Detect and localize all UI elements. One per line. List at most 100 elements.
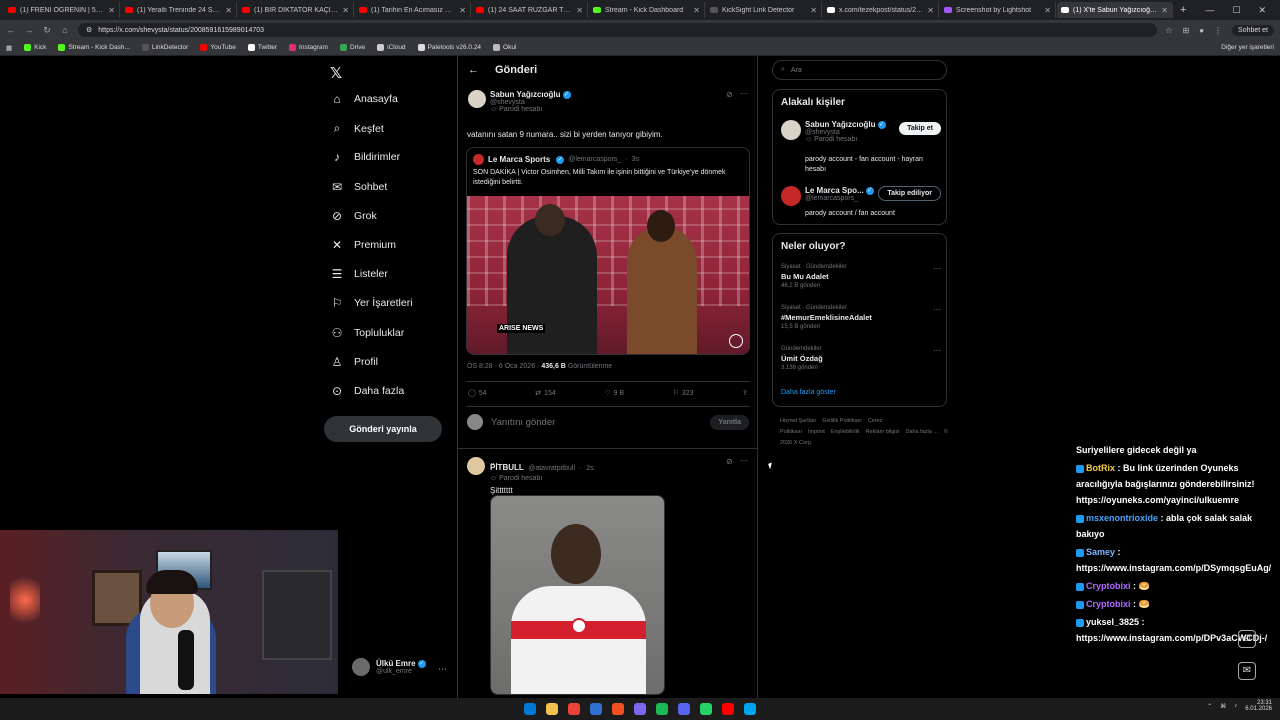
person-avatar[interactable] — [781, 186, 801, 206]
trend-item[interactable]: Siyaset · Gündemdekiler Bu Mu Adalet 46,2 … — [781, 264, 941, 289]
reply-time[interactable]: 2s — [586, 465, 593, 472]
tab-close-icon[interactable]: ✕ — [108, 6, 115, 15]
taskbar-app-icon[interactable] — [568, 703, 580, 715]
messages-float-icon[interactable]: ✉ — [1238, 662, 1256, 680]
reply-button[interactable]: Yanıtla — [710, 414, 749, 430]
search-box[interactable]: ⌕ Ara — [772, 60, 947, 80]
bookmark-item[interactable]: Drive — [339, 44, 365, 51]
site-info-icon[interactable]: ⚙ — [86, 26, 92, 34]
reply-image[interactable] — [490, 495, 665, 695]
nav-item-profil[interactable]: ♙ Profil — [330, 355, 378, 369]
forward-icon[interactable]: → — [24, 25, 34, 35]
network-icon[interactable]: ⌘ — [1220, 703, 1226, 710]
like-action[interactable]: ♡ 9 B — [604, 389, 624, 398]
nav-item-yer-i-aretleri[interactable]: ⚐ Yer İşaretleri — [330, 296, 413, 310]
grok-float-icon[interactable]: ⊘ — [1238, 630, 1256, 648]
footer-link[interactable]: Hizmet Şartları — [780, 418, 816, 424]
maximize-icon[interactable]: ☐ — [1232, 5, 1240, 16]
taskbar-app-icon[interactable] — [700, 703, 712, 715]
reply-action[interactable]: ◯ 54 — [468, 389, 487, 398]
nav-item-anasayfa[interactable]: ⌂ Anasayfa — [330, 92, 397, 106]
nav-item-daha-fazla[interactable]: ⊙ Daha fazla — [330, 384, 404, 398]
tab-close-icon[interactable]: ✕ — [576, 6, 583, 15]
tweet-author-avatar[interactable] — [468, 90, 486, 108]
nav-item-bildirimler[interactable]: ♪ Bildirimler — [330, 150, 400, 164]
following-button[interactable]: Takip ediliyor — [878, 186, 941, 201]
volume-icon[interactable]: ♪ — [1234, 703, 1237, 709]
tab-close-icon[interactable]: ✕ — [225, 6, 232, 15]
back-arrow-icon[interactable]: ← — [468, 64, 479, 76]
video-control-icon[interactable] — [729, 334, 743, 348]
tab-close-icon[interactable]: ✕ — [342, 6, 349, 15]
person-name[interactable]: Sabun Yağızcıoğlu — [805, 120, 876, 129]
footer-link[interactable]: Daha fazla ... — [906, 429, 938, 435]
more-icon[interactable]: ⋯ — [933, 264, 941, 273]
taskbar-app-icon[interactable] — [722, 703, 734, 715]
profile-avatar[interactable]: ● — [1199, 26, 1204, 35]
bookmark-star-icon[interactable]: ☆ — [1165, 26, 1172, 35]
nav-item-ke-fet[interactable]: ⌕ Keşfet — [330, 121, 384, 136]
person-avatar[interactable] — [781, 120, 801, 140]
browser-tab[interactable]: (1) BİR DİKTATÖR KAÇIRILIRSA NE ✕ — [238, 2, 354, 18]
reply-input[interactable]: Yanıtını gönder — [491, 417, 710, 428]
url-field[interactable]: ⚙ https://x.com/shevysta/status/20085916… — [78, 23, 1158, 37]
reply-author[interactable]: P̈İTBULL @atavratpitbull · 2s ☺ Parodi h… — [490, 457, 594, 495]
show-more-link[interactable]: Daha fazla göster — [781, 389, 836, 396]
nav-item-listeler[interactable]: ☰ Listeler — [330, 267, 388, 281]
more-icon[interactable]: ⋯ — [740, 89, 748, 98]
close-window-icon[interactable]: ✕ — [1258, 5, 1266, 16]
reply-author-avatar[interactable] — [467, 457, 485, 475]
bookmark-item[interactable]: iCloud — [377, 44, 406, 51]
taskbar-app-icon[interactable] — [612, 703, 624, 715]
footer-link[interactable]: Reklam bilgisi — [866, 429, 900, 435]
bookmark-item[interactable]: Paletools v26.0.24 — [417, 44, 481, 51]
reply-tweet[interactable]: P̈İTBULL @atavratpitbull · 2s ☺ Parodi h… — [458, 448, 758, 720]
trend-item[interactable]: Siyaset · Gündemdekiler #MemurEmeklisineA… — [781, 305, 941, 330]
other-bookmarks[interactable]: Diğer yer işaretleri — [1221, 44, 1274, 51]
browser-tab[interactable]: x.com/tezekpost/status/2008503✕ — [823, 2, 939, 18]
apps-icon[interactable]: ▦ — [6, 44, 12, 52]
bookmark-item[interactable]: Twitter — [247, 44, 277, 51]
tweet-author[interactable]: Sabun Yağızcıoğlu ✓ @shevysta ☺ Parodi he… — [490, 90, 571, 113]
more-icon[interactable]: ⋯ — [933, 305, 941, 314]
tab-close-icon[interactable]: ✕ — [459, 6, 466, 15]
menu-icon[interactable]: ⋮ — [1214, 26, 1222, 35]
person-name[interactable]: Le Marca Spo... — [805, 186, 864, 195]
post-button[interactable]: Gönderi yayınla — [324, 416, 442, 442]
browser-tab[interactable]: Screenshot by Lightshot ✕ — [940, 2, 1056, 18]
reply-author-name[interactable]: P̈İTBULL — [490, 463, 524, 472]
account-switcher[interactable]: Ülkü Emre ✓ @ulk_emre — [352, 658, 426, 676]
new-tab-icon[interactable]: + — [1174, 4, 1192, 16]
url-text[interactable]: https://x.com/shevysta/status/2008591615… — [98, 27, 264, 34]
nav-item-sohbet[interactable]: ✉ Sohbet — [330, 180, 387, 194]
clock[interactable]: 23:31 6.01.2026 — [1245, 700, 1272, 712]
tab-close-icon[interactable]: ✕ — [1161, 6, 1168, 15]
quoted-video[interactable]: ARISE NEWS — [467, 196, 749, 354]
follow-button[interactable]: Takip et — [899, 122, 941, 135]
browser-tab[interactable]: (1) 24 SAAT RÜZGAR TÜRBİNİNDE ✕ — [472, 2, 588, 18]
share-action[interactable]: ⇪ — [742, 389, 748, 397]
tweet-author-handle[interactable]: @shevysta — [490, 99, 571, 106]
repost-action[interactable]: ⇄ 154 — [535, 389, 556, 398]
reply-author-handle[interactable]: @atavratpitbull — [528, 465, 575, 472]
x-logo-icon[interactable]: 𝕏 — [330, 64, 342, 82]
browser-tab[interactable]: (1) Tarihin En Acımasız Diktatör G ✕ — [355, 2, 471, 18]
bookmark-item[interactable]: Okul — [493, 44, 516, 51]
extensions-icon[interactable]: ⊞ — [1182, 26, 1189, 35]
browser-tab[interactable]: KickSight Link Detector ✕ — [706, 2, 822, 18]
tab-close-icon[interactable]: ✕ — [810, 6, 817, 15]
footer-link[interactable]: Erişilebilirlik — [831, 429, 860, 435]
sohbet-button[interactable]: Sohbet et — [1232, 24, 1274, 36]
related-person[interactable]: Le Marca Spo... ✓ @lemarcaspors_ parody a… — [781, 186, 941, 222]
related-person[interactable]: Sabun Yağızcıoğlu ✓ @shevysta ☺ Parodi he… — [781, 120, 941, 180]
bookmark-item[interactable]: YouTube — [200, 44, 236, 51]
footer-link[interactable]: Gizlilik Politikası — [822, 418, 861, 424]
quoted-tweet[interactable]: Le Marca Sports ✓ @lemarcaspors_ · 3s SO… — [466, 147, 750, 355]
taskbar-app-icon[interactable] — [678, 703, 690, 715]
nav-item-topluluklar[interactable]: ⚇ Topluluklar — [330, 326, 405, 340]
browser-tab[interactable]: Stream - Kick Dashboard ✕ — [589, 2, 705, 18]
tweet-author-name[interactable]: Sabun Yağızcıoğlu — [490, 90, 561, 99]
more-icon[interactable]: ⋯ — [933, 346, 941, 355]
footer-link[interactable]: İmprint — [808, 429, 825, 435]
browser-tab[interactable]: (1) Yeraltı Treninde 24 Saat Hayatt✕ — [121, 2, 237, 18]
